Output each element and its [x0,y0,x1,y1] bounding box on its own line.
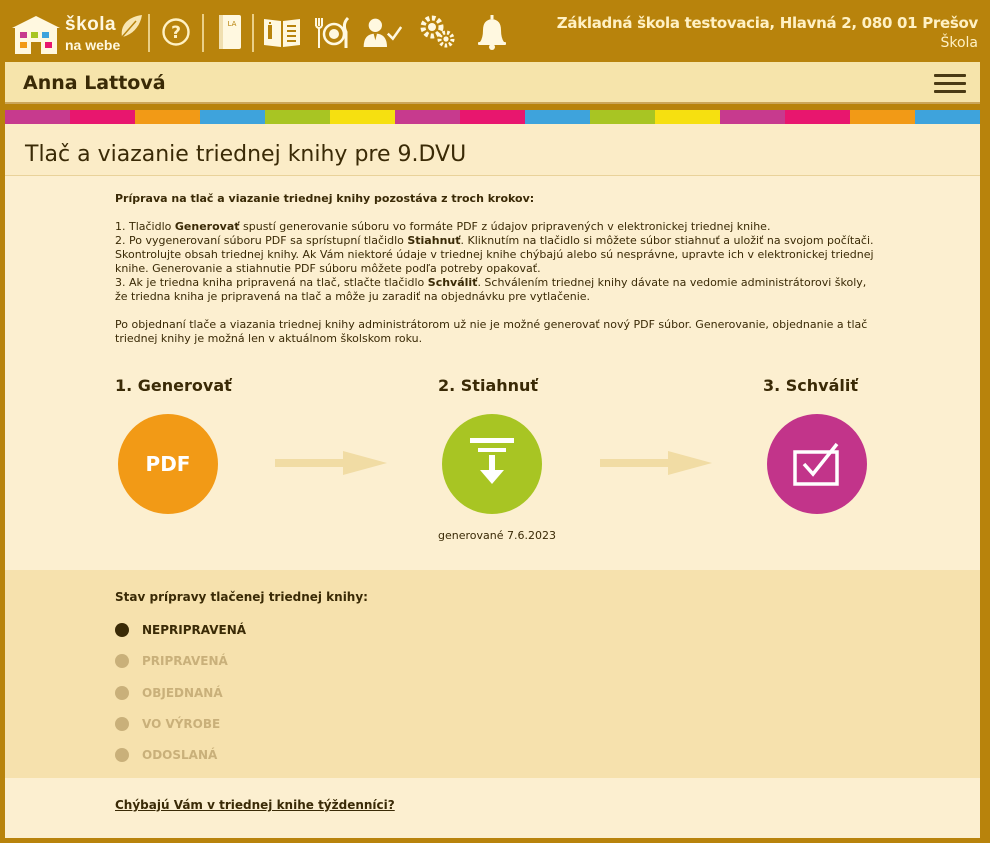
page-title: Tlač a viazanie triednej knihy pre 9.DVU [5,124,980,176]
logo-text-skola: škola [65,14,117,35]
status-label: VO VÝROBE [142,716,221,731]
download-button[interactable] [442,414,542,514]
status-label: PRIPRAVENÁ [142,654,228,669]
stripe-segment [135,110,200,124]
help-icon[interactable]: ? [156,12,196,52]
step2-text: 2. Po vygenerovaní súboru PDF sa sprístu… [115,234,874,275]
top-bar: škola na webe ? LA Základná škola testov… [0,0,990,60]
toolbar-separator [202,14,204,52]
school-info: Základná škola testovacia, Hlavná 2, 080… [556,14,979,51]
stripe-segment [265,110,330,124]
stripe-segment [200,110,265,124]
instructions-note: Po objednaní tlače a viazania triednej k… [115,318,868,345]
status-label: OBJEDNANÁ [142,685,223,700]
logo-leaf-icon [121,15,142,38]
notifications-bell-icon[interactable] [472,12,512,52]
stripe-segment [720,110,785,124]
steps-row: 1. Generovať 2. Stiahnuť 3. Schváliť PDF… [5,374,980,544]
generate-button-label: PDF [145,452,191,476]
approve-checkbox-icon [793,442,839,486]
download-icon [470,438,514,484]
stripe-segment [590,110,655,124]
stripe-segment [525,110,590,124]
settings-icon[interactable] [418,12,458,52]
open-book-icon[interactable] [262,12,302,52]
status-section: Stav prípravy tlačenej triednej knihy: N… [5,570,980,778]
generate-button[interactable]: PDF [118,414,218,514]
stripe-segment [785,110,850,124]
status-dot [115,623,129,637]
step-title-download: 2. Stiahnuť [438,376,539,395]
user-bar: Anna Lattová [5,62,980,104]
arrow-right-icon [275,451,387,475]
user-name: Anna Lattová [23,72,166,94]
instructions-intro: Príprava na tlač a viazanie triednej kni… [115,192,535,205]
stripe-segment [5,110,70,124]
logo[interactable]: škola na webe [10,10,145,56]
status-item: PRIPRAVENÁ [115,654,228,669]
stripe-segment [655,110,720,124]
svg-text:LA: LA [228,20,237,28]
toolbar-separator [252,14,254,52]
status-label: ODOSLANÁ [142,748,218,763]
canteen-icon[interactable] [312,12,352,52]
instructions: Príprava na tlač a viazanie triednej kni… [115,192,875,360]
stripe-segment [330,110,395,124]
logo-house-icon [12,16,60,54]
step-title-generate: 1. Generovať [115,376,232,395]
step3-text: 3. Ak je triedna kniha pripravená na tla… [115,276,867,303]
class-book-icon[interactable]: LA [210,12,250,52]
stripe-segment [850,110,915,124]
school-role: Škola [940,35,978,51]
arrow-right-icon [600,451,712,475]
user-check-icon[interactable] [362,12,402,52]
status-item: OBJEDNANÁ [115,685,223,700]
status-dot [115,716,129,731]
status-dot [115,685,129,700]
stripe-segment [915,110,980,124]
step1-text: 1. Tlačidlo Generovať spustí generovanie… [115,220,771,233]
status-label: NEPRIPRAVENÁ [142,623,247,637]
school-address: Základná škola testovacia, Hlavná 2, 080… [556,14,979,32]
stripe-segment [70,110,135,124]
status-dot [115,748,129,763]
missing-weekly-link[interactable]: Chýbajú Vám v triednej knihe týždenníci? [115,798,395,812]
status-dot [115,654,129,669]
step-title-approve: 3. Schváliť [763,376,859,395]
stripe-segment [395,110,460,124]
status-title: Stav prípravy tlačenej triednej knihy: [115,590,368,604]
hamburger-menu-icon[interactable] [934,74,966,94]
logo-text-na-webe: na webe [65,37,121,53]
color-stripe [5,110,980,124]
status-item: NEPRIPRAVENÁ [115,623,246,637]
toolbar-separator [148,14,150,52]
status-item: ODOSLANÁ [115,748,218,763]
main-panel: Tlač a viazanie triednej knihy pre 9.DVU… [5,110,980,838]
generated-date: generované 7.6.2023 [438,529,556,542]
instructions-steps: 1. Tlačidlo Generovať spustí generovanie… [115,220,875,304]
approve-button[interactable] [767,414,867,514]
stripe-segment [460,110,525,124]
status-item: VO VÝROBE [115,716,221,731]
svg-text:?: ? [171,23,181,43]
